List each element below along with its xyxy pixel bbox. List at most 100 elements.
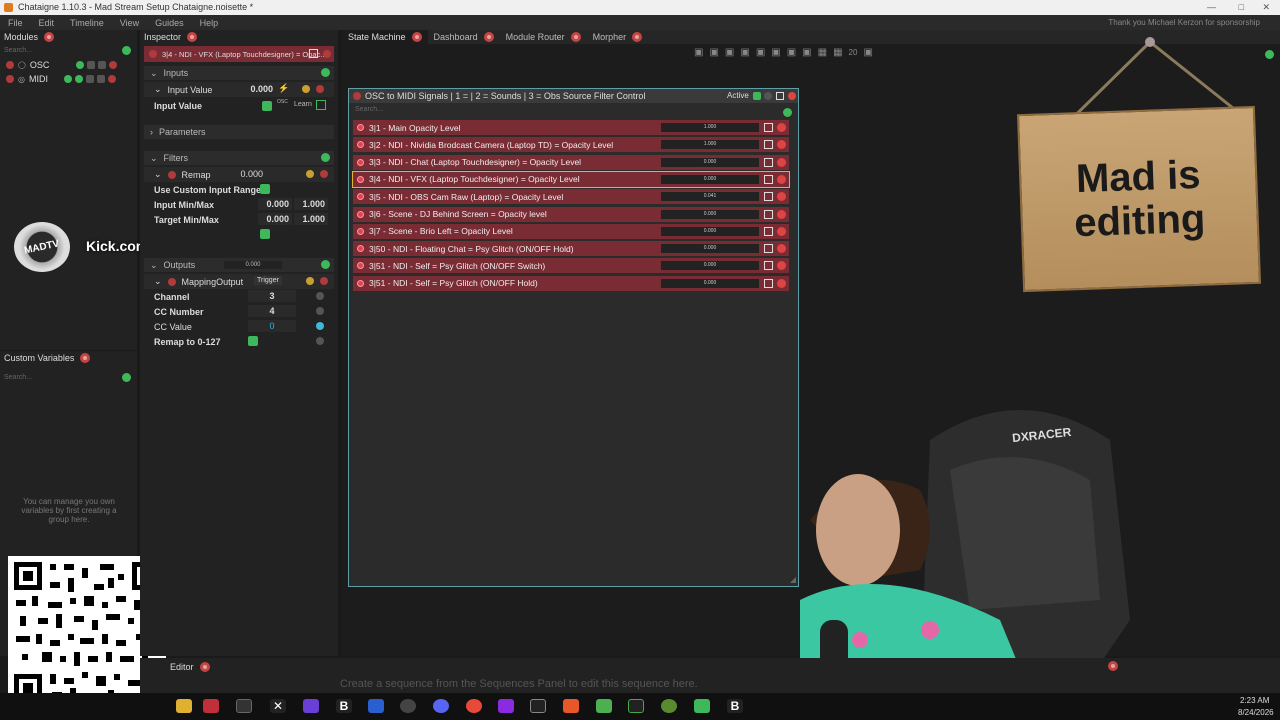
enable-icon[interactable] [357, 175, 364, 183]
close-icon[interactable] [570, 32, 581, 42]
twitch-icon[interactable] [498, 699, 514, 713]
mapping-value-bar[interactable]: 0.000 [661, 174, 759, 184]
settings-icon[interactable] [302, 85, 310, 93]
align-center-icon[interactable]: ▣ [709, 47, 718, 59]
add-filter-icon[interactable] [321, 153, 330, 162]
use-custom-range-checkbox[interactable] [260, 184, 270, 194]
grid-icon[interactable]: ▦ [818, 47, 827, 59]
cc-value-field[interactable]: 0 [248, 320, 296, 332]
chrome-icon[interactable] [466, 699, 482, 713]
close-icon[interactable] [199, 662, 210, 672]
edit-icon[interactable] [98, 61, 106, 69]
close-icon[interactable] [483, 32, 494, 42]
enable-checkbox[interactable] [764, 123, 773, 132]
mapping-value-bar[interactable]: 0.000 [661, 278, 759, 288]
remove-icon[interactable] [320, 170, 328, 178]
settings-icon[interactable] [764, 92, 772, 100]
add-input-icon[interactable] [321, 68, 330, 77]
mapping-output-header[interactable]: ⌄ MappingOutput Trigger [144, 274, 334, 289]
input-value-field[interactable]: 0.000 [234, 83, 276, 95]
x-icon[interactable]: ✕ [270, 699, 286, 713]
zoom-value[interactable]: 20 [849, 47, 858, 59]
modules-search-input[interactable]: Search... [4, 47, 32, 54]
link-icon[interactable] [316, 322, 324, 330]
distribute-h-icon[interactable]: ▣ [787, 47, 796, 59]
terminal-icon[interactable] [628, 699, 644, 713]
enable-icon[interactable] [357, 210, 364, 218]
remove-icon[interactable] [777, 123, 786, 132]
minimize-button[interactable]: — [1207, 0, 1216, 15]
close-icon[interactable] [80, 353, 91, 363]
close-icon[interactable] [44, 32, 55, 42]
close-window-button[interactable]: ✕ [1262, 0, 1270, 15]
mapping-window[interactable]: OSC to MIDI Signals | 1 = | 2 = Sounds |… [348, 88, 799, 587]
remove-icon[interactable] [316, 85, 324, 93]
remap-127-checkbox[interactable] [248, 336, 258, 346]
resize-handle-icon[interactable]: ◢ [790, 575, 796, 584]
remove-icon[interactable] [320, 277, 328, 285]
align-middle-icon[interactable]: ▣ [756, 47, 765, 59]
remove-icon[interactable] [777, 192, 786, 202]
mapping-row[interactable]: 3|7 - Scene - Brio Left = Opacity Level 0… [353, 223, 789, 239]
mapping-value-bar[interactable]: 0.041 [661, 192, 759, 202]
remove-icon[interactable] [777, 226, 786, 236]
enable-checkbox[interactable] [776, 92, 784, 100]
voicemeeter-icon[interactable] [203, 699, 219, 713]
remove-icon[interactable] [788, 92, 796, 100]
brave-icon[interactable] [563, 699, 579, 713]
enable-checkbox[interactable] [764, 226, 773, 236]
mapping-row[interactable]: 3|6 - Scene - DJ Behind Screen = Opacity… [353, 206, 789, 222]
parameters-section[interactable]: › Parameters [144, 125, 334, 139]
editor-tab[interactable]: Editor [166, 660, 210, 674]
add-output-icon[interactable] [321, 260, 330, 269]
channel-field[interactable]: 3 [248, 290, 296, 302]
settings-icon[interactable] [86, 75, 94, 83]
remove-icon[interactable] [108, 75, 116, 83]
cc-number-field[interactable]: 4 [248, 305, 296, 317]
add-group-icon[interactable] [122, 373, 131, 382]
enable-icon[interactable] [357, 279, 364, 287]
b2-app-icon[interactable]: B [727, 699, 743, 713]
link-icon[interactable] [316, 292, 324, 300]
menu-guides[interactable]: Guides [147, 18, 192, 28]
grid-app-icon[interactable] [303, 699, 319, 713]
tab-state-machine[interactable]: State Machine [342, 30, 428, 44]
lightning-icon[interactable]: ⚡ [278, 83, 289, 94]
enable-checkbox[interactable] [764, 157, 773, 167]
mapping-window-header[interactable]: OSC to MIDI Signals | 1 = | 2 = Sounds |… [349, 89, 798, 103]
menu-file[interactable]: File [0, 18, 31, 28]
enable-icon[interactable] [357, 245, 364, 253]
custom-variables-tab[interactable]: Custom Variables [0, 351, 137, 365]
mapping-value-bar[interactable]: 0.000 [661, 226, 759, 236]
remove-icon[interactable] [777, 244, 786, 254]
enable-icon[interactable] [167, 170, 176, 179]
settings-icon[interactable] [306, 277, 314, 285]
inputs-section[interactable]: ⌄ Inputs [144, 66, 334, 80]
align-right-icon[interactable]: ▣ [725, 47, 734, 59]
remap-filter-header[interactable]: ⌄ Remap 0.000 [144, 167, 334, 182]
add-mapping-icon[interactable] [783, 108, 792, 117]
enable-icon[interactable] [357, 262, 364, 270]
app-icon[interactable] [530, 699, 546, 713]
align-left-icon[interactable]: ▣ [694, 47, 703, 59]
distribute-v-icon[interactable]: ▣ [802, 47, 811, 59]
remove-icon[interactable] [777, 261, 786, 271]
tab-morpher[interactable]: Morpher [587, 30, 649, 44]
align-bottom-icon[interactable]: ▣ [771, 47, 780, 59]
filter-extra-checkbox[interactable] [260, 229, 270, 239]
module-midi[interactable]: ◎ MIDI [0, 72, 137, 86]
mapping-value-bar[interactable]: 0.000 [661, 157, 759, 167]
layers-icon[interactable] [596, 699, 612, 713]
close-icon[interactable] [1108, 661, 1118, 671]
enable-icon[interactable] [357, 227, 364, 235]
inspector-tab[interactable]: Inspector [140, 30, 338, 44]
enable-icon[interactable] [357, 124, 364, 131]
power-icon[interactable] [6, 75, 14, 83]
zoom-fit-icon[interactable]: ▣ [863, 47, 872, 59]
menu-edit[interactable]: Edit [31, 18, 63, 28]
mapping-row[interactable]: 3|2 - NDI - Nividia Brodcast Camera (Lap… [353, 137, 789, 153]
mapping-value-bar[interactable]: 1.000 [661, 140, 759, 150]
modules-tab[interactable]: Modules [0, 30, 137, 44]
remove-icon[interactable] [777, 174, 786, 184]
menu-view[interactable]: View [112, 18, 147, 28]
